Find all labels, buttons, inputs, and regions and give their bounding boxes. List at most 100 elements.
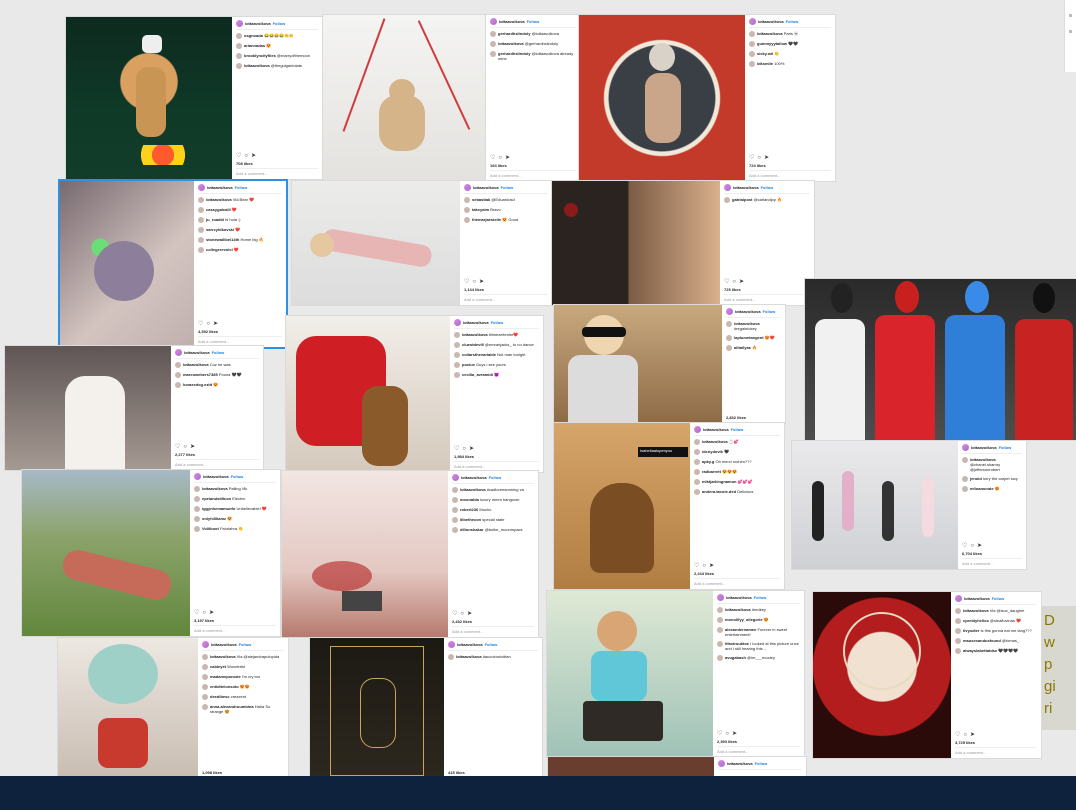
post-card-bear-tied[interactable] (323, 15, 489, 181)
follow-button[interactable]: Follow (763, 309, 776, 314)
avatar[interactable] (694, 426, 701, 433)
follow-button[interactable]: Follow (731, 427, 744, 432)
account-name[interactable]: lottaavolkova (184, 350, 210, 355)
heart-icon[interactable]: ♡ (962, 543, 967, 549)
heart-icon[interactable]: ♡ (236, 153, 241, 159)
avatar[interactable] (202, 641, 209, 648)
avatar[interactable] (717, 594, 724, 601)
add-comment-input[interactable]: Add a comment... (749, 170, 831, 178)
account-name[interactable]: lottaavolkova (733, 185, 759, 190)
follow-button[interactable]: Follow (489, 475, 502, 480)
share-icon[interactable]: ➤ (467, 611, 472, 617)
comment-icon[interactable]: ○ (472, 279, 476, 285)
post-card-pentagram[interactable]: lottaavolkova Follow lottaavolkova Via @i… (813, 592, 1041, 758)
add-comment-input[interactable]: Add a comment... (236, 168, 318, 176)
account-name[interactable]: lottaavolkova (758, 19, 784, 24)
follow-button[interactable]: Follow (755, 761, 768, 766)
account-name[interactable]: lottaavolkova (473, 185, 499, 190)
heart-icon[interactable]: ♡ (490, 155, 495, 161)
add-comment-input[interactable]: Add a comment... (955, 747, 1037, 755)
heart-icon[interactable]: ♡ (175, 444, 180, 450)
follow-button[interactable]: Follow (501, 185, 514, 190)
share-icon[interactable]: ➤ (709, 563, 714, 569)
share-icon[interactable]: ➤ (469, 446, 474, 452)
avatar[interactable] (198, 184, 205, 191)
add-comment-input[interactable]: Add a comment... (962, 558, 1022, 566)
avatar[interactable] (175, 349, 182, 356)
account-name[interactable]: lottaavolkova (964, 596, 990, 601)
account-name[interactable]: lottaavolkova (211, 642, 237, 647)
share-icon[interactable]: ➤ (213, 321, 218, 327)
account-name[interactable]: lottaavolkova (726, 595, 752, 600)
add-comment-input[interactable]: Add a comment... (452, 626, 534, 634)
share-icon[interactable]: ➤ (190, 444, 195, 450)
add-comment-input[interactable]: Add a comment... (694, 578, 780, 586)
share-icon[interactable]: ➤ (251, 153, 256, 159)
add-comment-input[interactable]: Add a comment... (717, 746, 800, 754)
comment-icon[interactable]: ○ (963, 732, 967, 738)
post-card-runway[interactable]: lottaavolkova Follow lottaavolkova @chane… (792, 441, 1026, 569)
heart-icon[interactable]: ♡ (955, 732, 960, 738)
share-icon[interactable]: ➤ (505, 155, 510, 161)
avatar[interactable] (749, 18, 756, 25)
avatar[interactable] (454, 319, 461, 326)
follow-button[interactable]: Follow (527, 19, 540, 24)
follow-button[interactable]: Follow (212, 350, 225, 355)
follow-button[interactable]: Follow (231, 474, 244, 479)
follow-button[interactable]: Follow (239, 642, 252, 647)
heart-icon[interactable]: ♡ (717, 731, 722, 737)
heart-icon[interactable]: ♡ (194, 610, 199, 616)
follow-button[interactable]: Follow (786, 19, 799, 24)
comment-icon[interactable]: ○ (183, 444, 187, 450)
heart-icon[interactable]: ♡ (694, 563, 699, 569)
post-card-sunglasses[interactable]: lottaavolkova Follow lottaavolkova #regal… (554, 305, 785, 423)
heart-icon[interactable]: ♡ (749, 155, 754, 161)
account-name[interactable]: lottaavolkova (207, 185, 233, 190)
post-card-field[interactable]: lottaavolkova Follow lottaavolkova Pallin… (22, 470, 280, 636)
add-comment-input[interactable]: Add a comment... (724, 294, 810, 302)
post-card-apple-girl[interactable]: lottaavolkova Follow gatrialpost @carland… (552, 181, 814, 305)
post-card-taped-girl[interactable]: lottaavolkova Follow lottaavolkova #redke… (547, 591, 804, 757)
post-card-gold-drawing[interactable]: lottaavolkova Follow lottaavolkova #aucol… (310, 638, 542, 778)
avatar[interactable] (490, 18, 497, 25)
post-card-bloody-room[interactable]: lottaavolkova Follow lottaavolkova #cadlo… (282, 471, 538, 637)
post-card-doll-floor[interactable]: lottaavolkova Follow sebastiak @Eduardosd… (292, 181, 552, 305)
follow-button[interactable]: Follow (485, 642, 498, 647)
account-name[interactable]: lottaavolkova (457, 642, 483, 647)
account-name[interactable]: lottaavolkova (727, 761, 753, 766)
account-name[interactable]: lottaavolkova (703, 427, 729, 432)
post-card-comments-1[interactable]: lottaavolkova Follow gerhardhslindoly @lo… (486, 15, 580, 181)
comment-icon[interactable]: ○ (202, 610, 206, 616)
avatar[interactable] (726, 308, 733, 315)
account-name[interactable]: lottaavolkova (203, 474, 229, 479)
account-name[interactable]: lottaavolkova (971, 445, 997, 450)
account-name[interactable]: lottaavolkova (463, 320, 489, 325)
share-icon[interactable]: ➤ (970, 732, 975, 738)
scrollbar[interactable] (1064, 0, 1076, 72)
post-card-green-bear[interactable]: lottaavolkova Follow lottaavolkova Vid.Be… (60, 181, 286, 347)
avatar[interactable] (724, 184, 731, 191)
account-name[interactable]: lottaavolkova (461, 475, 487, 480)
post-card-teddy-mask[interactable]: lottaavolkova Follow osgnoada 😂😂😂😂👏👏 aria… (66, 17, 322, 179)
follow-button[interactable]: Follow (761, 185, 774, 190)
add-comment-input[interactable]: Add a comment... (464, 294, 548, 302)
comment-icon[interactable]: ○ (244, 153, 248, 159)
comment-icon[interactable]: ○ (732, 279, 736, 285)
comment-icon[interactable]: ○ (725, 731, 729, 737)
heart-icon[interactable]: ♡ (198, 321, 203, 327)
avatar[interactable] (955, 595, 962, 602)
post-card-balenciaga[interactable] (805, 279, 1076, 440)
post-card-wood-bear[interactable]: Isabellaalopenyou lottaavolkova Follow lo… (554, 423, 784, 589)
post-card-skull[interactable]: lottaavolkova Follow lottaavolkova Paris … (579, 15, 835, 181)
add-comment-input[interactable]: Add a comment... (490, 170, 576, 178)
heart-icon[interactable]: ♡ (464, 279, 469, 285)
share-icon[interactable]: ➤ (209, 610, 214, 616)
heart-icon[interactable]: ♡ (724, 279, 729, 285)
follow-button[interactable]: Follow (235, 185, 248, 190)
account-name[interactable]: lottaavolkova (245, 21, 271, 26)
follow-button[interactable]: Follow (999, 445, 1012, 450)
avatar[interactable] (962, 444, 969, 451)
share-icon[interactable]: ➤ (739, 279, 744, 285)
heart-icon[interactable]: ♡ (452, 611, 457, 617)
comment-icon[interactable]: ○ (702, 563, 706, 569)
